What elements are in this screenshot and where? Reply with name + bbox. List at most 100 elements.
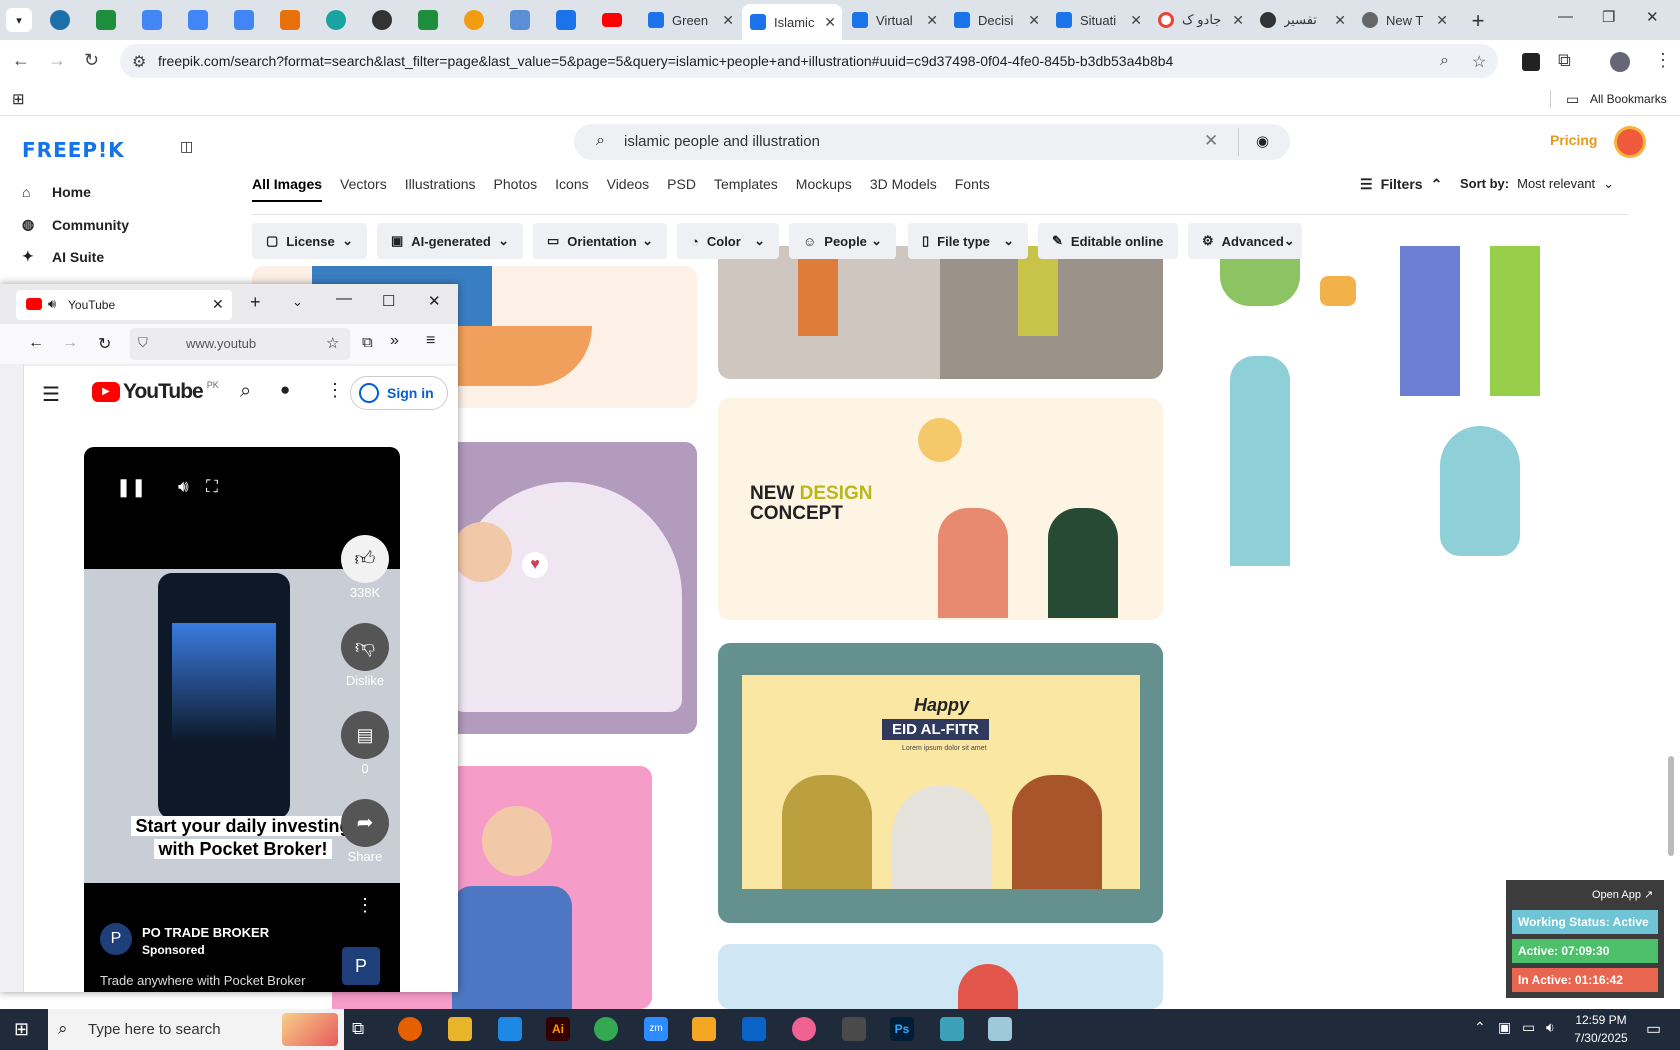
taskbar-search[interactable]: ⌕ Type here to search (48, 1009, 344, 1050)
filter-orientation[interactable]: ▭ Orientation ⌄ (533, 223, 667, 259)
image-card-people[interactable] (1200, 246, 1630, 706)
tab-mockups[interactable]: Mockups (796, 176, 852, 202)
close-icon[interactable]: ✕ (1436, 12, 1448, 29)
sidebar-item-community[interactable]: ◍ Community (22, 216, 129, 233)
pinned-tab-5[interactable] (326, 10, 346, 30)
url-text[interactable]: www.youtub (186, 336, 256, 351)
shield-icon[interactable]: ⛉ (138, 335, 148, 351)
channel-avatar[interactable]: P (100, 923, 132, 955)
filter-editable-online[interactable]: ✎ Editable online (1038, 223, 1178, 259)
youtube-logo[interactable]: ▶ YouTube PK (92, 380, 219, 404)
more-options-icon[interactable]: ⋮ (326, 380, 344, 401)
tab-templates[interactable]: Templates (714, 176, 778, 202)
tab-icons[interactable]: Icons (555, 176, 588, 202)
chrome-icon[interactable] (594, 1017, 618, 1041)
maximize-icon[interactable]: ☐ (382, 292, 395, 310)
bookmark-star-icon[interactable]: ☆ (1472, 52, 1486, 72)
bookmark-star-icon[interactable]: ☆ (326, 334, 339, 352)
close-icon[interactable]: ✕ (1334, 12, 1346, 29)
clock-date[interactable]: 7/30/2025 (1568, 1031, 1634, 1045)
forward-icon[interactable]: → (62, 334, 78, 352)
channel-name[interactable]: PO TRADE BROKER (142, 925, 269, 940)
pinned-tab-docs-3[interactable] (234, 10, 254, 30)
tab-psd[interactable]: PSD (667, 176, 696, 202)
search-input[interactable]: islamic people and illustration (624, 133, 820, 150)
tray-app-icon[interactable]: ▣ (1498, 1019, 1511, 1036)
site-info-icon[interactable]: ⚙ (132, 52, 146, 72)
youtube-address-bar[interactable]: ⛉ www.youtub ☆ (130, 328, 350, 360)
tab-8[interactable]: New T ✕ (1354, 4, 1454, 36)
clock-time[interactable]: 12:59 PM (1568, 1013, 1634, 1027)
chrome-menu-icon[interactable]: ⋮ (1654, 50, 1672, 71)
pinned-tab-7[interactable] (418, 10, 438, 30)
pinned-tab-9[interactable] (510, 10, 530, 30)
sidebar-item-home[interactable]: ⌂ Home (22, 184, 91, 200)
image-card-new-design[interactable]: NEW DESIGN CONCEPT (718, 398, 1163, 620)
like-button[interactable]: 👍︎ (341, 535, 389, 583)
speaker-icon[interactable]: 🔊︎ (48, 296, 56, 312)
pinned-tab-sheets[interactable] (96, 10, 116, 30)
hamburger-menu-icon[interactable]: ☰ (42, 382, 60, 407)
illustrator-icon[interactable]: Ai (546, 1017, 570, 1041)
more-tools-icon[interactable]: » (390, 332, 399, 350)
pen-tool-icon[interactable] (842, 1017, 866, 1041)
restore-icon[interactable]: ❐ (1602, 8, 1615, 26)
youtube-tab[interactable]: 🔊︎ YouTube ✕ (16, 290, 232, 320)
app-icon-box[interactable] (692, 1017, 716, 1041)
pinned-tab-10[interactable] (556, 10, 576, 30)
tab-illustrations[interactable]: Illustrations (405, 176, 476, 202)
open-app-link[interactable]: Open App ↗ (1592, 888, 1653, 901)
pinned-tab-youtube[interactable] (602, 13, 622, 27)
firefox-icon[interactable] (398, 1017, 422, 1041)
menu-icon[interactable]: ≡ (426, 332, 435, 350)
filter-file-type[interactable]: ▯ File type ⌄ (908, 223, 1028, 259)
share-button[interactable]: ➦ (341, 799, 389, 847)
back-icon[interactable]: ← (28, 334, 44, 352)
extensions-puzzle-icon[interactable]: ⧉ (1558, 50, 1571, 71)
close-icon[interactable]: ✕ (824, 14, 836, 31)
collapse-sidebar-icon[interactable]: ◫ (180, 138, 193, 155)
filter-color[interactable]: ◔ Color ⌄ (677, 223, 779, 259)
comments-button[interactable]: ▤ (341, 711, 389, 759)
filter-license[interactable]: ▢ License ⌄ (252, 223, 367, 259)
window-close-icon[interactable]: ✕ (1646, 8, 1659, 26)
shorts-player[interactable]: ❚❚ 🔊︎ ⛶ Start your daily investing with … (84, 447, 400, 992)
clear-search-icon[interactable]: ✕ (1204, 131, 1218, 151)
tab-3[interactable]: Virtual ✕ (844, 4, 944, 36)
apps-grid-icon[interactable]: ⊞ (12, 90, 25, 108)
extensions-icon[interactable]: ⧉ (362, 334, 373, 351)
forward-icon[interactable]: → (48, 50, 66, 71)
app-icon-gem[interactable] (940, 1017, 964, 1041)
task-view-icon[interactable]: ⧉ (352, 1019, 364, 1039)
close-icon[interactable]: ✕ (722, 12, 734, 29)
image-card-4[interactable] (718, 246, 1163, 379)
extension-icon[interactable] (1522, 53, 1540, 71)
app-icon-notes[interactable] (988, 1017, 1012, 1041)
tab-1[interactable]: Green ✕ (640, 4, 740, 36)
close-icon[interactable]: ✕ (212, 296, 224, 313)
minimize-icon[interactable]: — (1558, 8, 1573, 25)
tab-4[interactable]: Decisi ✕ (946, 4, 1046, 36)
pinned-tab-6[interactable] (372, 10, 392, 30)
user-avatar[interactable] (1614, 126, 1646, 158)
omnibox[interactable]: ⚙ freepik.com/search?format=search&last_… (120, 44, 1498, 78)
pinned-tab-1[interactable] (50, 10, 70, 30)
sign-in-button[interactable]: Sign in (350, 376, 448, 410)
tab-photos[interactable]: Photos (494, 176, 538, 202)
reload-icon[interactable]: ↻ (98, 334, 111, 354)
search-bar[interactable]: ⌕ islamic people and illustration ✕ ◉ (574, 124, 1290, 160)
tab-all-images[interactable]: All Images (252, 176, 323, 202)
tab-6[interactable]: جادو ک ✕ (1150, 4, 1250, 36)
back-icon[interactable]: ← (12, 50, 30, 71)
new-tab-button[interactable]: + (250, 292, 261, 313)
vscode-icon[interactable] (498, 1017, 522, 1041)
outlook-icon[interactable] (742, 1017, 766, 1041)
tab-list-icon[interactable]: ⌄ (292, 294, 303, 310)
search-icon[interactable]: ⌕ (240, 380, 251, 403)
tab-videos[interactable]: Videos (607, 176, 650, 202)
tab-5[interactable]: Situati ✕ (1048, 4, 1148, 36)
notification-icon[interactable]: ▭ (1646, 1019, 1661, 1039)
filters-toggle[interactable]: ☰ Filters ⌃ (1360, 176, 1442, 193)
tab-fonts[interactable]: Fonts (955, 176, 990, 202)
volume-icon[interactable]: 🔊︎ (178, 477, 189, 497)
